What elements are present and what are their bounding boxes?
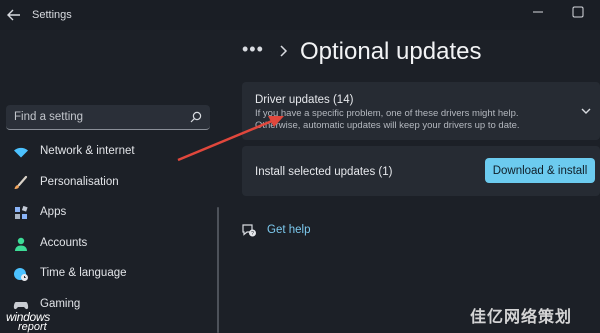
sidebar-item-time-language[interactable]: Time & language: [0, 259, 214, 290]
sidebar-item-apps[interactable]: Apps: [0, 198, 214, 229]
title-bar: Settings: [0, 0, 600, 30]
install-updates-card: Install selected updates (1) Download & …: [242, 146, 600, 196]
globe-clock-icon: [14, 268, 28, 281]
driver-updates-card[interactable]: Driver updates (14) If you have a specif…: [242, 82, 600, 140]
sidebar-item-label: Apps: [40, 206, 67, 218]
driver-updates-description: If you have a specific problem, one of t…: [255, 108, 520, 131]
page-title: Optional updates: [300, 38, 482, 65]
watermark-logo: windows report: [4, 309, 74, 333]
sidebar-item-network[interactable]: Network & internet: [0, 137, 214, 168]
sidebar-item-personalisation[interactable]: Personalisation: [0, 168, 214, 199]
sidebar-item-accounts[interactable]: Accounts: [0, 229, 214, 260]
download-install-button[interactable]: Download & install: [485, 158, 595, 183]
get-help-link[interactable]: Get help: [267, 224, 310, 236]
maximize-icon[interactable]: [568, 4, 588, 20]
sidebar-scrollbar[interactable]: [217, 207, 219, 333]
search-box: [6, 105, 210, 130]
sidebar-item-label: Accounts: [40, 236, 88, 249]
watermark-text-right: 佳亿网络策划: [470, 309, 573, 326]
wifi-icon: [14, 147, 28, 158]
chevron-down-icon[interactable]: [580, 106, 592, 116]
sidebar-item-label: Network & internet: [40, 145, 135, 157]
sidebar-item-label: Personalisation: [40, 175, 119, 188]
help-chat-icon: ?: [242, 224, 256, 237]
search-icon[interactable]: [190, 111, 202, 123]
brush-icon: [14, 175, 28, 189]
install-updates-label: Install selected updates (1): [255, 166, 393, 178]
person-icon: [15, 237, 27, 251]
sidebar-nav: Network & internet Personalisation Apps …: [0, 137, 214, 320]
driver-updates-title: Driver updates (14): [255, 94, 354, 106]
back-arrow-icon[interactable]: [6, 8, 22, 22]
svg-text:?: ?: [251, 231, 254, 237]
sidebar-item-label: Gaming: [40, 297, 81, 310]
breadcrumb-overflow[interactable]: •••: [242, 39, 264, 60]
app-title: Settings: [32, 9, 72, 21]
sidebar-item-label: Time & language: [40, 267, 127, 279]
minimize-icon[interactable]: [528, 4, 548, 20]
search-input[interactable]: [6, 105, 186, 129]
apps-icon: [15, 205, 28, 219]
chevron-right-icon: [280, 45, 288, 57]
watermark-text-2: report: [18, 321, 47, 333]
